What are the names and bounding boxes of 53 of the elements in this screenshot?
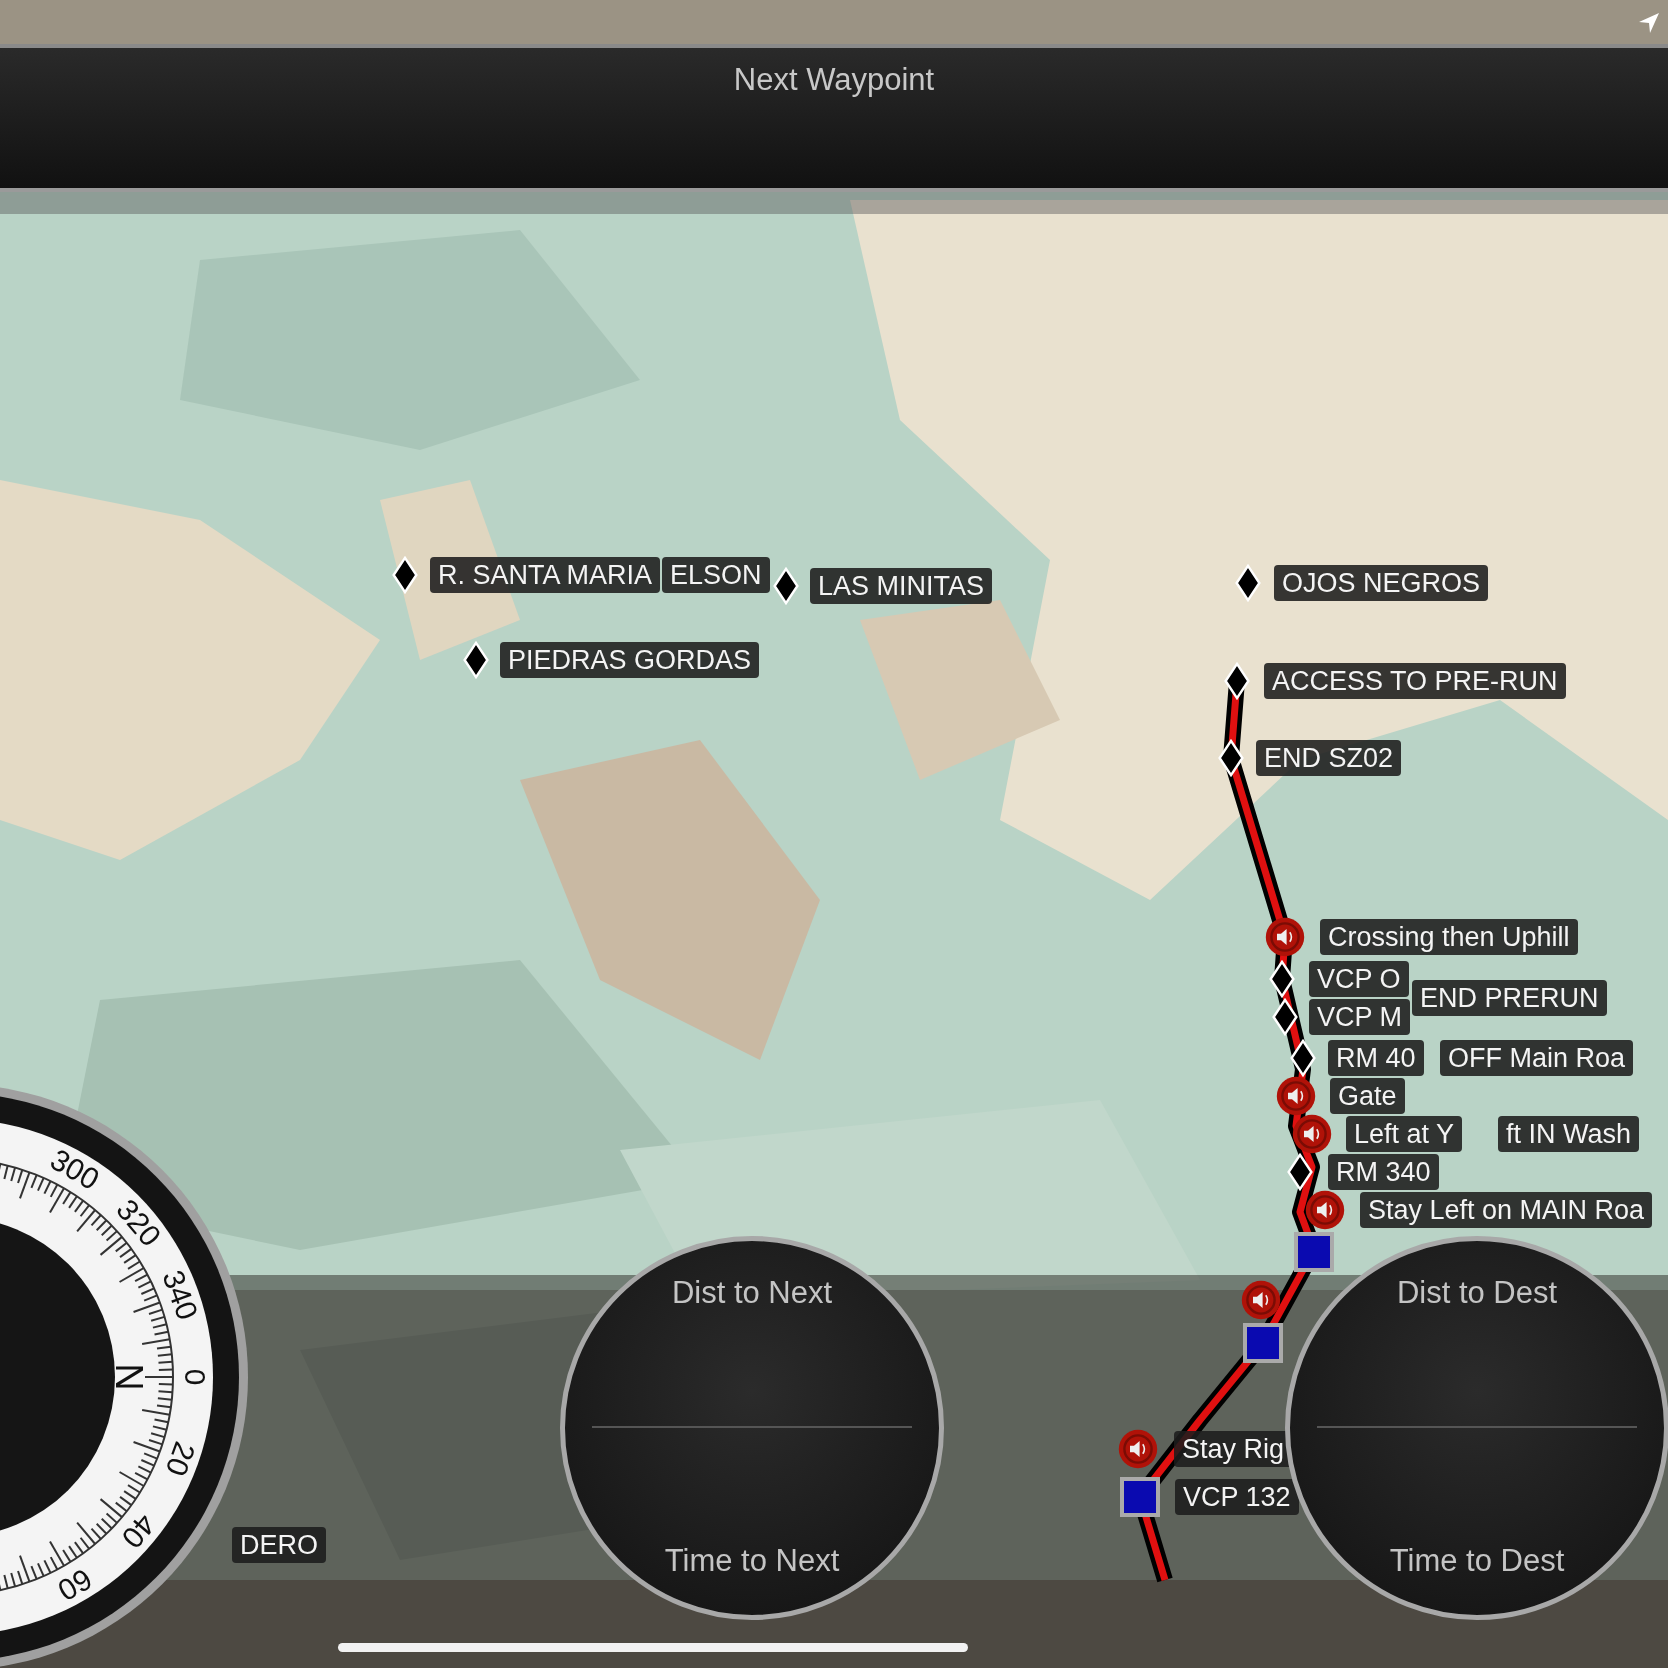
diamond-marker-icon[interactable]	[1290, 1039, 1316, 1077]
speaker-marker-icon[interactable]	[1276, 1076, 1316, 1116]
waypoint-label[interactable]: RM 40	[1328, 1040, 1424, 1076]
compass-north-letter: N	[108, 1363, 150, 1391]
compass-degree: 300	[45, 1142, 105, 1196]
waypoint-label[interactable]: ELSON	[662, 557, 770, 593]
diamond-marker-icon[interactable]	[773, 567, 799, 605]
speaker-marker-icon[interactable]	[1265, 917, 1305, 957]
gauge-label: Time to Dest	[1389, 1543, 1565, 1579]
square-marker-icon[interactable]	[1120, 1477, 1160, 1517]
speaker-marker-icon[interactable]	[1305, 1190, 1345, 1230]
square-marker-icon[interactable]	[1294, 1232, 1334, 1272]
waypoint-label[interactable]: OFF Main Roa	[1440, 1040, 1634, 1076]
waypoint-label[interactable]: Stay Left on MAIN Roa	[1360, 1192, 1653, 1228]
waypoint-label[interactable]: PIEDRAS GORDAS	[500, 642, 760, 678]
speaker-marker-icon[interactable]	[1241, 1280, 1281, 1320]
compass-degree: 20	[159, 1437, 202, 1481]
waypoint-label[interactable]: DERO	[232, 1527, 326, 1563]
waypoint-label[interactable]: RM 340	[1328, 1154, 1439, 1190]
square-marker-icon[interactable]	[1243, 1323, 1283, 1363]
compass-degree: 320	[110, 1192, 168, 1253]
diamond-marker-icon[interactable]	[463, 641, 489, 679]
waypoint-label[interactable]: LAS MINITAS	[810, 568, 993, 604]
waypoint-label[interactable]: ACCESS TO PRE-RUN	[1264, 663, 1566, 699]
compass-degree: 340	[156, 1265, 205, 1325]
speaker-marker-icon[interactable]	[1292, 1114, 1332, 1154]
waypoint-label[interactable]: R. SANTA MARIA	[430, 557, 661, 593]
waypoint-label[interactable]: VCP M	[1309, 999, 1411, 1035]
compass-degree: 0	[178, 1368, 212, 1386]
diamond-marker-icon[interactable]	[1235, 564, 1261, 602]
speaker-marker-icon[interactable]	[1118, 1429, 1158, 1469]
gauge-label: Dist to Dest	[1396, 1275, 1558, 1311]
location-arrow-icon	[1638, 12, 1660, 34]
waypoint-label[interactable]: END PRERUN	[1412, 980, 1607, 1016]
gauge-label: Dist to Next	[671, 1275, 833, 1311]
compass-degree: 60	[52, 1562, 98, 1608]
diamond-marker-icon[interactable]	[1218, 739, 1244, 777]
waypoint-label[interactable]: Gate	[1330, 1078, 1405, 1114]
header-title: Next Waypoint	[733, 62, 935, 98]
waypoint-label[interactable]: END SZ02	[1256, 740, 1402, 776]
waypoint-label[interactable]: VCP 132	[1175, 1479, 1299, 1515]
waypoint-label[interactable]: ft IN Wash	[1498, 1116, 1640, 1152]
diamond-marker-icon[interactable]	[1287, 1153, 1313, 1191]
waypoint-label[interactable]: Crossing then Uphill	[1320, 919, 1578, 955]
waypoint-label[interactable]: OJOS NEGROS	[1274, 565, 1489, 601]
diamond-marker-icon[interactable]	[1272, 998, 1298, 1036]
gauge-label: Time to Next	[664, 1543, 840, 1579]
diamond-marker-icon[interactable]	[1224, 662, 1250, 700]
diamond-marker-icon[interactable]	[392, 556, 418, 594]
waypoint-label[interactable]: VCP O	[1309, 961, 1409, 997]
waypoint-label[interactable]: Left at Y	[1346, 1116, 1463, 1152]
compass-degree: 40	[115, 1507, 163, 1555]
diamond-marker-icon[interactable]	[1269, 960, 1295, 998]
